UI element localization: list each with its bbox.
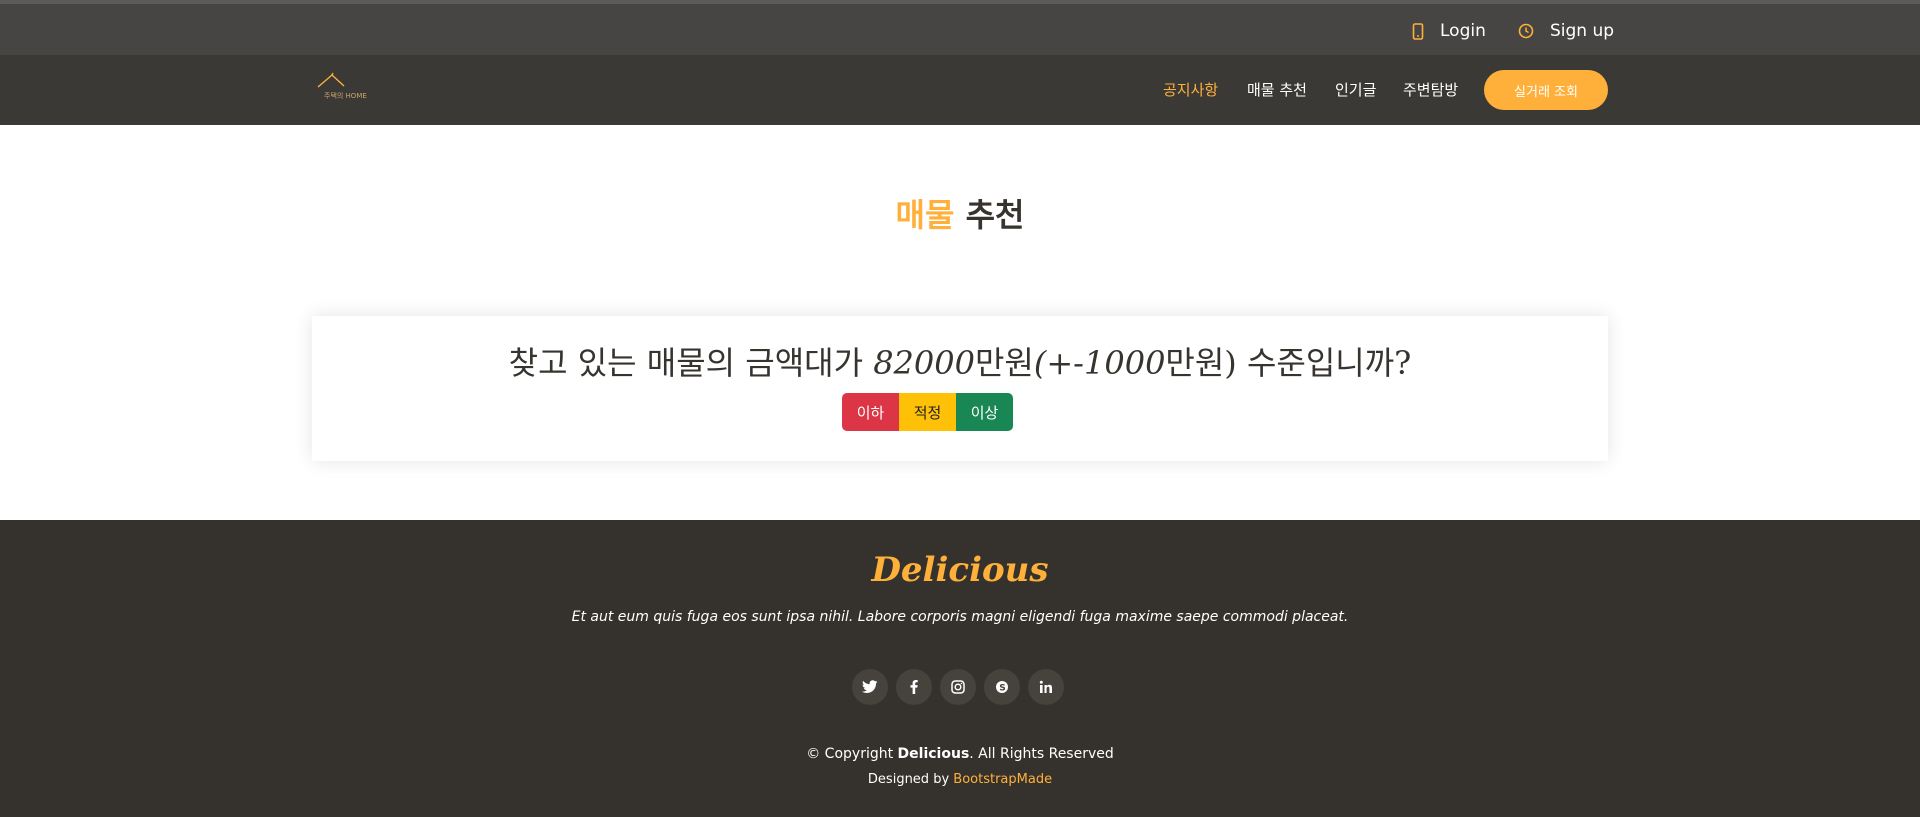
signup-label: Sign up xyxy=(1550,21,1615,41)
copyright-prefix: © Copyright xyxy=(806,746,898,762)
question-unit: 만원 xyxy=(974,344,1034,382)
title-accent: 매물 xyxy=(895,196,955,234)
title-rest: 추천 xyxy=(965,196,1025,234)
price-question: 찾고 있는 매물의 금액대가 82000만원(+-1000만원) 수준입니까? xyxy=(312,338,1608,384)
copyright-brand: Delicious xyxy=(897,746,970,762)
copyright: © Copyright Delicious. All Rights Reserv… xyxy=(0,746,1920,762)
facebook-icon[interactable] xyxy=(896,669,932,705)
login-label: Login xyxy=(1440,21,1486,41)
nav-notice[interactable]: 공지사항 xyxy=(1163,79,1218,100)
question-card: 찾고 있는 매물의 금액대가 82000만원(+-1000만원) 수준입니까? … xyxy=(312,316,1608,461)
answer-button-group: 이하 적정 이상 xyxy=(842,393,1013,431)
question-amount: 82000 xyxy=(873,344,975,382)
phone-icon xyxy=(1412,22,1424,40)
transaction-lookup-button[interactable]: 실거래 조회 xyxy=(1484,70,1608,110)
designed-prefix: Designed by xyxy=(867,772,954,787)
twitter-icon[interactable] xyxy=(852,669,888,705)
footer-text: Et aut eum quis fuga eos sunt ipsa nihil… xyxy=(571,609,1349,625)
question-range-unit: 만원) xyxy=(1165,344,1237,382)
svg-text:S: S xyxy=(999,683,1005,693)
nav-recommend[interactable]: 매물 추천 xyxy=(1247,79,1307,100)
skype-icon[interactable]: S xyxy=(984,669,1020,705)
login-link[interactable]: Login xyxy=(1412,19,1486,43)
nav-popular[interactable]: 인기글 xyxy=(1335,79,1376,100)
bootstrapmade-link[interactable]: BootstrapMade xyxy=(953,772,1052,787)
footer: Delicious Et aut eum quis fuga eos sunt … xyxy=(0,520,1920,817)
nav-nearby[interactable]: 주변탐방 xyxy=(1403,79,1458,100)
social-links: S xyxy=(852,669,1064,705)
below-button[interactable]: 이하 xyxy=(842,393,899,431)
instagram-icon[interactable] xyxy=(940,669,976,705)
page-title: 매물 추천 xyxy=(0,190,1920,236)
question-prefix: 찾고 있는 매물의 금액대가 xyxy=(508,344,874,382)
footer-brand: Delicious xyxy=(871,550,1049,590)
main-header: 주택의 HOME 공지사항 매물 추천 인기글 주변탐방 실거래 조회 xyxy=(0,55,1920,125)
logo-text: 주택의 HOME xyxy=(324,91,367,100)
top-bar: Login Sign up xyxy=(0,0,1920,55)
above-button[interactable]: 이상 xyxy=(956,393,1013,431)
signup-link[interactable]: Sign up xyxy=(1518,19,1614,43)
site-logo[interactable]: 주택의 HOME xyxy=(314,69,374,109)
copyright-suffix: . All Rights Reserved xyxy=(969,746,1114,762)
question-suffix: 수준입니까? xyxy=(1236,344,1412,382)
clock-icon xyxy=(1518,23,1534,39)
question-range: (+-1000 xyxy=(1033,344,1166,382)
appropriate-button[interactable]: 적정 xyxy=(899,393,956,431)
linkedin-icon[interactable] xyxy=(1028,669,1064,705)
designed-by: Designed by BootstrapMade xyxy=(0,772,1920,787)
house-logo-icon: 주택의 HOME xyxy=(317,72,367,100)
